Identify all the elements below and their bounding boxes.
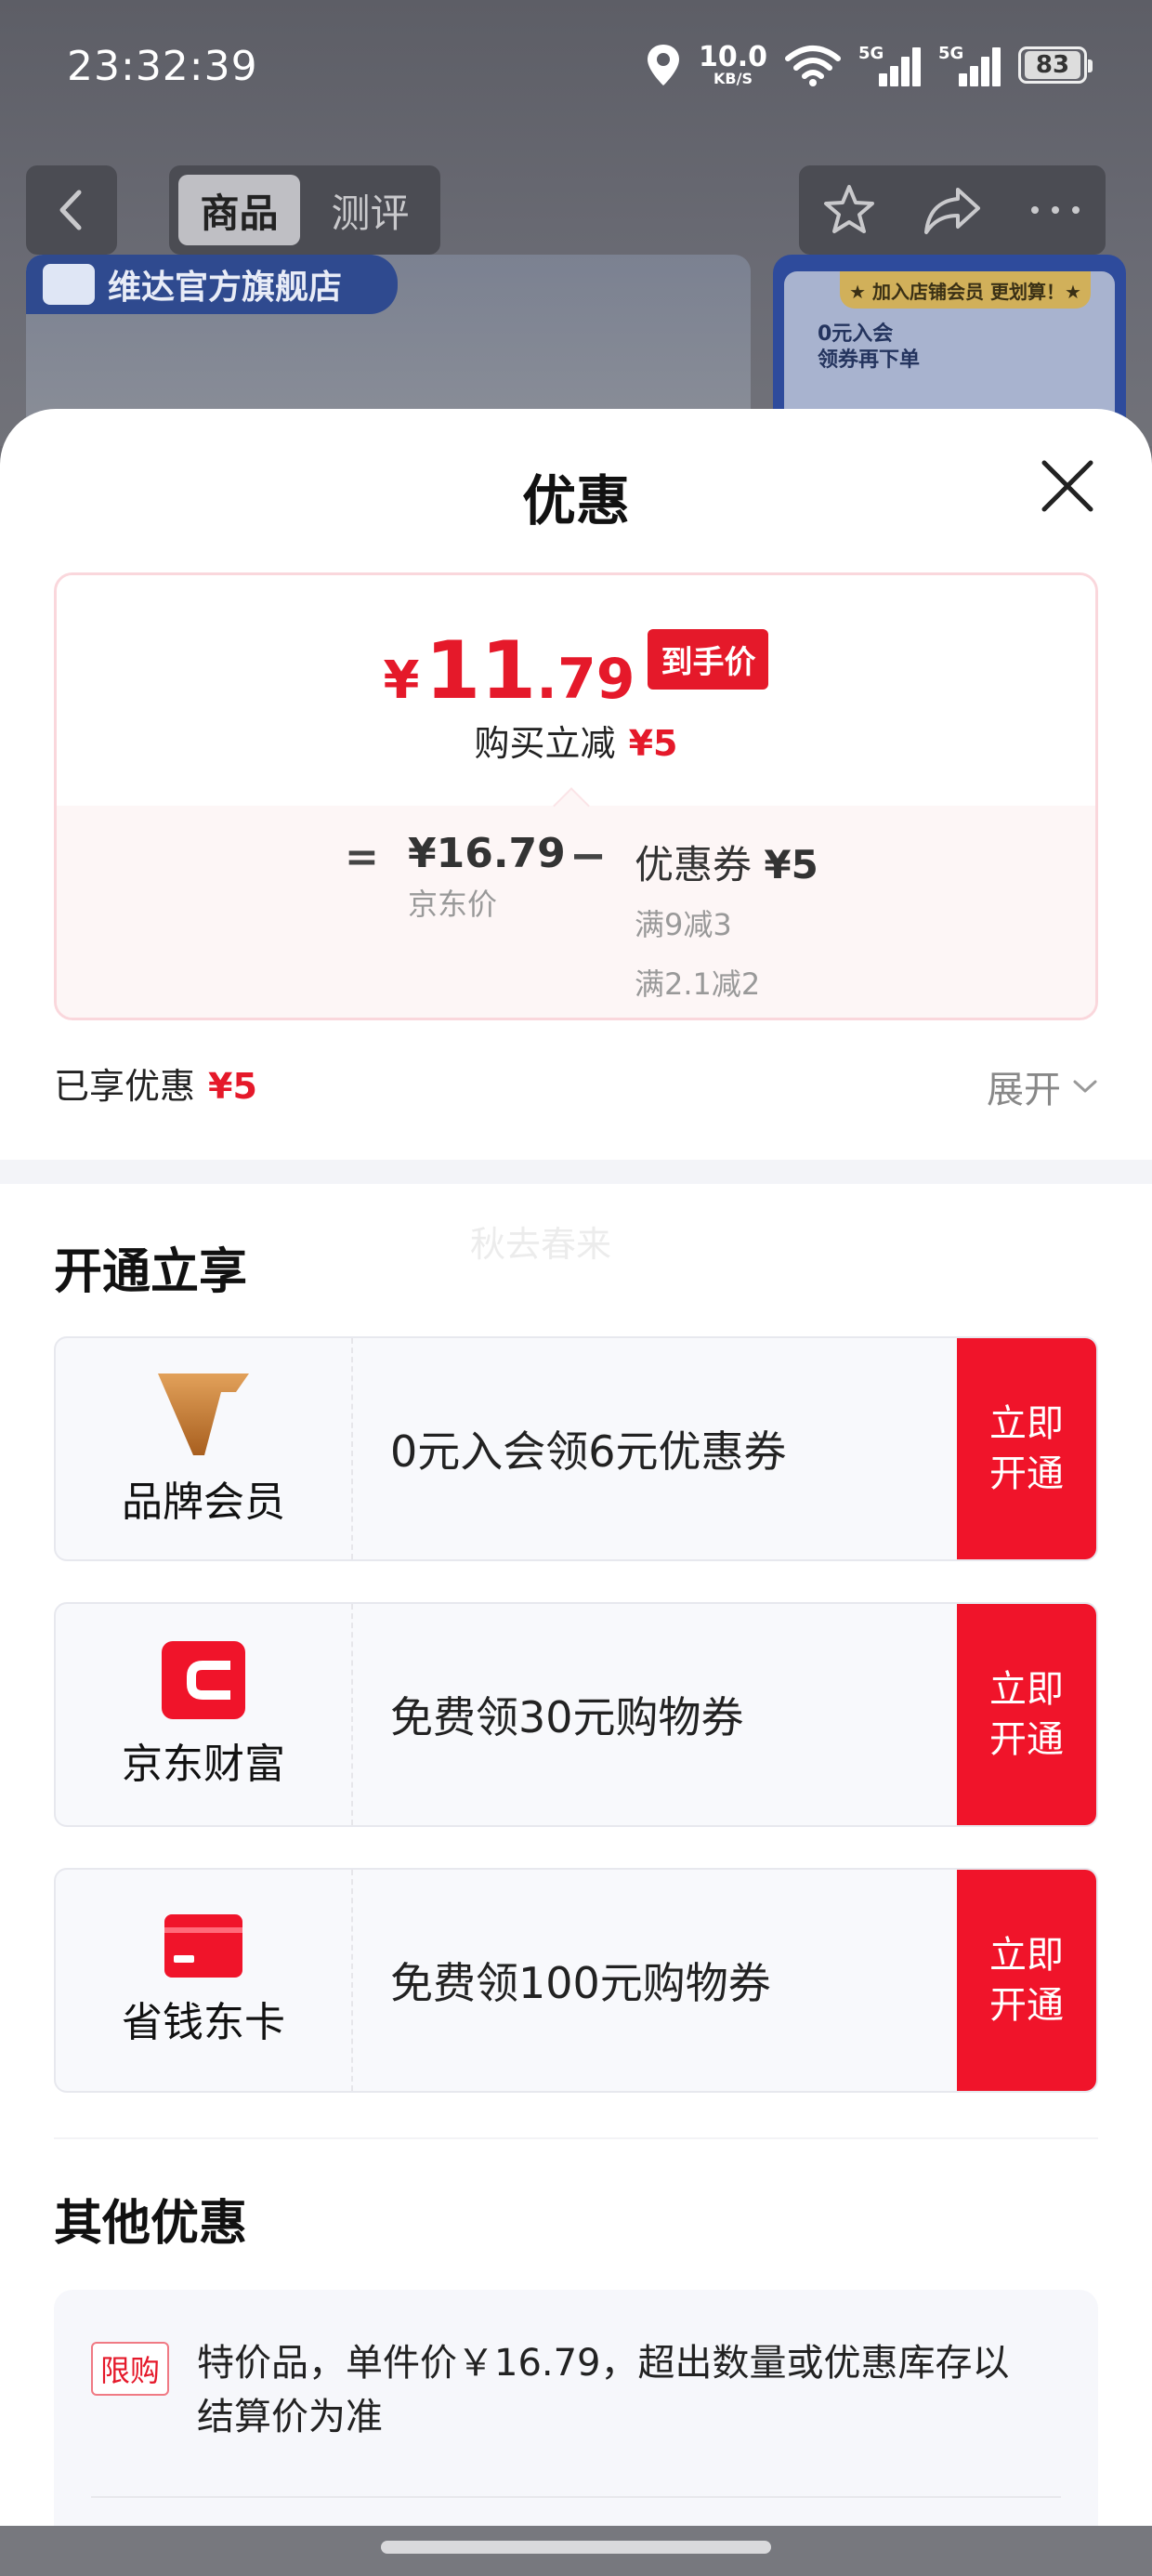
- offer-card: 品牌会员 0元入会领6元优惠券 立即 开通: [54, 1336, 1098, 1561]
- battery-level: 83: [1025, 51, 1080, 79]
- final-price: ¥ 11 .79: [383, 624, 635, 717]
- signal-1-icon: 5G: [858, 44, 922, 86]
- network-speed-unit: KB/S: [713, 70, 753, 87]
- battery-icon: 83: [1018, 46, 1093, 84]
- open-now-button[interactable]: 立即 开通: [957, 1870, 1096, 2091]
- signal-2-icon: 5G: [938, 44, 1001, 86]
- coupon-rule: 满2.1减2: [635, 966, 761, 1002]
- card-icon: [164, 1914, 242, 1978]
- coupon-rule: 满9减3: [635, 907, 732, 942]
- offer-card: 京东财富 免费领30元购物券 立即 开通: [54, 1602, 1098, 1827]
- offer-name: 京东财富: [122, 1741, 285, 1788]
- divider: [54, 2137, 1098, 2139]
- section-title-other: 其他优惠: [54, 2196, 248, 2252]
- more-icon[interactable]: [1028, 201, 1083, 219]
- promo-text: 0元入会 领券再下单: [818, 322, 921, 372]
- coupon-value: ¥5: [764, 842, 818, 887]
- store-name-tag: 维达官方旗舰店: [26, 255, 398, 314]
- open-now-button[interactable]: 立即 开通: [957, 1604, 1096, 1825]
- status-icons: 10.0 KB/S 5G 5G 83: [645, 39, 1093, 91]
- nav-tabs: 商品 测评: [169, 165, 440, 255]
- brand-v-icon: [158, 1373, 249, 1455]
- status-time: 23:32:39: [67, 43, 258, 90]
- network-speed-value: 10.0: [698, 41, 767, 73]
- store-name: 维达官方旗舰店: [108, 269, 343, 307]
- network-speed: 10.0 KB/S: [699, 44, 767, 86]
- open-now-button[interactable]: 立即 开通: [957, 1338, 1096, 1559]
- offer-name: 品牌会员: [122, 1479, 285, 1526]
- enjoyed-discount: 已享优惠 ¥5: [54, 1066, 257, 1107]
- location-icon: [647, 45, 679, 85]
- jd-wealth-icon: [162, 1641, 245, 1719]
- watermark: 秋去春来: [470, 1224, 612, 1265]
- equals-sign: =: [345, 834, 379, 881]
- signal-2-label: 5G: [938, 44, 964, 63]
- final-price-badge: 到手价: [648, 629, 769, 690]
- home-indicator[interactable]: [381, 2541, 771, 2554]
- sheet-title: 优惠: [521, 469, 630, 532]
- expand-label: 展开: [987, 1069, 1061, 1111]
- divider: [91, 2496, 1061, 2498]
- promo-title: ★ 加入店铺会员 更划算！★: [840, 271, 1091, 309]
- expand-button[interactable]: 展开: [987, 1059, 1098, 1113]
- chevron-left-icon: [59, 190, 82, 230]
- jd-price-label: 京东价: [408, 887, 498, 922]
- signal-1-label: 5G: [858, 44, 884, 63]
- offer-description: 免费领100元购物券: [390, 1958, 771, 2008]
- chevron-down-icon: [1073, 1080, 1097, 1093]
- nav-actions: [799, 165, 1106, 255]
- jd-price: ¥16.79 京东价: [408, 830, 566, 924]
- offer-card: 省钱东卡 免费领100元购物券 立即 开通: [54, 1868, 1098, 2093]
- offer-name: 省钱东卡: [122, 1999, 285, 2046]
- tab-review[interactable]: 测评: [309, 175, 431, 245]
- store-logo: [43, 264, 95, 305]
- section-title-open: 开通立享: [54, 1244, 248, 1300]
- jd-price-value: ¥16.79: [408, 830, 566, 877]
- price-breakdown-card: ¥ 11 .79 到手价 购买立减 ¥5 = ¥16.79 京东价 − 优惠券 ¥…: [54, 572, 1098, 1020]
- close-icon[interactable]: [1035, 453, 1100, 519]
- offer-description: 免费领30元购物券: [390, 1692, 744, 1742]
- section-divider: [0, 1160, 1152, 1184]
- star-icon[interactable]: [821, 182, 877, 238]
- offer-description: 0元入会领6元优惠券: [390, 1426, 787, 1477]
- limit-text: 特价品，单件价￥16.79，超出数量或优惠库存以结算价为准: [197, 2342, 1010, 2438]
- coupon-label: 优惠券: [635, 842, 753, 887]
- coupon-discount: 优惠券 ¥5 满9减3 满2.1减2: [635, 834, 818, 1004]
- back-button[interactable]: [26, 165, 117, 255]
- limit-badge: 限购: [91, 2342, 170, 2396]
- wifi-icon: [785, 46, 841, 86]
- price-calculation: = ¥16.79 京东价 − 优惠券 ¥5 满9减3 满2.1减2: [57, 806, 1095, 1018]
- tab-product[interactable]: 商品: [178, 175, 300, 245]
- instant-discount: 购买立减 ¥5: [474, 723, 678, 764]
- share-icon[interactable]: [923, 184, 982, 236]
- minus-sign: −: [569, 830, 608, 882]
- discount-sheet: 优惠 ¥ 11 .79 到手价 购买立减 ¥5 = ¥16.79 京东价 − 优…: [0, 409, 1152, 2528]
- status-bar: 23:32:39 10.0 KB/S 5G 5G 83: [0, 0, 1152, 139]
